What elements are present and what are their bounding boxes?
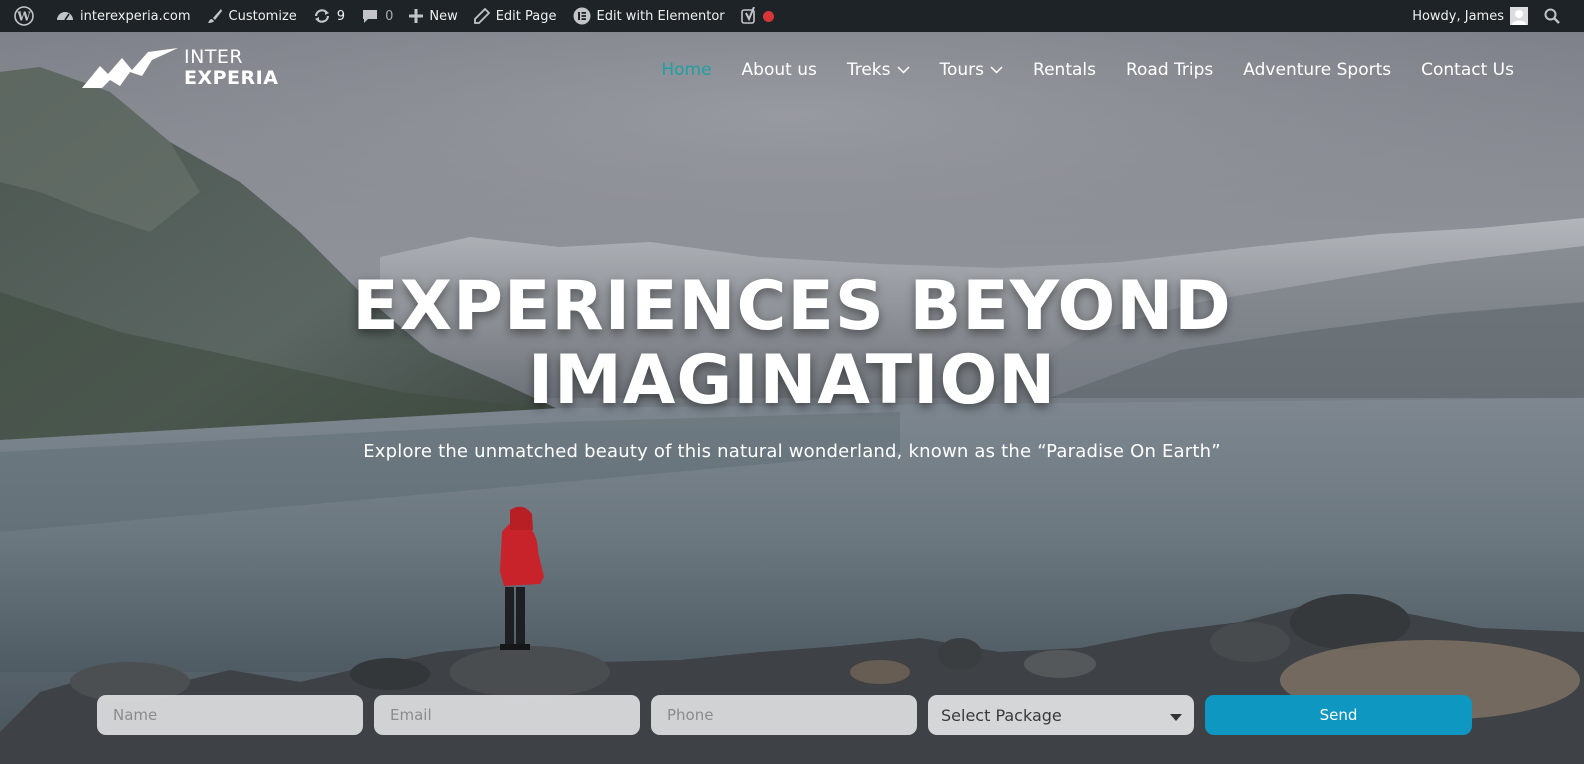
hero-title: EXPERIENCES BEYOND IMAGINATION [0, 270, 1584, 418]
search-icon [1544, 8, 1560, 24]
greeting-label: Howdy, James [1412, 8, 1504, 24]
new-content-link[interactable]: New [401, 0, 465, 32]
nav-adventure-sports[interactable]: Adventure Sports [1243, 60, 1391, 80]
brush-icon [207, 8, 223, 24]
new-label: New [429, 8, 458, 24]
main-navigation: Home About us Treks Tours Rentals Road T… [661, 60, 1514, 80]
edit-page-link[interactable]: Edit Page [466, 0, 565, 32]
comment-icon [361, 8, 379, 24]
wordpress-menu[interactable]: W [6, 0, 48, 32]
name-input[interactable] [97, 695, 363, 735]
hero-section: INTER EXPERIA Home About us Treks Tours … [0, 32, 1584, 764]
plus-icon [409, 9, 424, 23]
nav-tours[interactable]: Tours [940, 60, 1004, 80]
edit-elementor-label: Edit with Elementor [596, 8, 725, 24]
chevron-down-icon [990, 66, 1003, 74]
pencil-icon [473, 8, 490, 24]
site-name-label: interexperia.com [80, 8, 191, 24]
account-menu[interactable]: Howdy, James [1404, 0, 1536, 32]
customize-link[interactable]: Customize [199, 0, 305, 32]
dropdown-arrow-icon [1170, 706, 1182, 725]
admin-search-button[interactable] [1536, 0, 1574, 32]
site-logo[interactable]: INTER EXPERIA [82, 46, 278, 90]
edit-elementor-link[interactable]: Edit with Elementor [565, 0, 733, 32]
elementor-icon [573, 7, 591, 25]
logo-line2: EXPERIA [184, 67, 279, 89]
nav-treks-label: Treks [846, 60, 891, 80]
status-dot-icon [762, 10, 774, 22]
comments-link[interactable]: 0 [353, 0, 401, 32]
hero-title-line1: EXPERIENCES BEYOND [352, 267, 1232, 346]
admin-bar: W interexperia.com Customize 9 0 New Edi… [0, 0, 1584, 32]
hero-title-line2: IMAGINATION [527, 341, 1057, 420]
updates-count: 9 [336, 8, 346, 24]
nav-home-label: Home [661, 60, 712, 80]
hero-subtitle: Explore the unmatched beauty of this nat… [363, 441, 1221, 462]
booking-form: Select Package Send [97, 695, 1472, 735]
refresh-icon [313, 8, 331, 24]
email-input[interactable] [374, 695, 640, 735]
dashboard-icon [56, 8, 74, 24]
comments-count: 0 [385, 8, 394, 24]
nav-road-trips[interactable]: Road Trips [1126, 60, 1213, 80]
wordpress-icon: W [14, 6, 34, 26]
nav-about-us[interactable]: About us [742, 60, 817, 80]
nav-about-label: About us [741, 60, 817, 80]
nav-treks[interactable]: Treks [847, 60, 910, 80]
logo-mark-icon [82, 48, 178, 88]
nav-contact-us[interactable]: Contact Us [1421, 60, 1514, 80]
chevron-down-icon [896, 66, 910, 74]
logo-line1: INTER [184, 46, 244, 68]
nav-rentals-label: Rentals [1033, 60, 1096, 80]
package-select-value: Select Package [941, 705, 1062, 725]
nav-tours-label: Tours [939, 60, 985, 80]
yoast-icon [740, 7, 757, 25]
edit-page-label: Edit Page [495, 8, 557, 24]
nav-road-trips-label: Road Trips [1125, 60, 1214, 80]
avatar [1510, 7, 1528, 25]
nav-rentals[interactable]: Rentals [1033, 60, 1096, 80]
seo-menu[interactable] [733, 0, 782, 32]
nav-home[interactable]: Home [661, 60, 711, 80]
nav-contact-label: Contact Us [1421, 60, 1514, 80]
site-name-link[interactable]: interexperia.com [48, 0, 199, 32]
package-select[interactable]: Select Package [928, 695, 1194, 735]
customize-label: Customize [228, 8, 297, 24]
svg-text:W: W [16, 10, 31, 24]
updates-link[interactable]: 9 [305, 0, 353, 32]
nav-adventure-label: Adventure Sports [1243, 60, 1392, 80]
phone-input[interactable] [651, 695, 917, 735]
send-button[interactable]: Send [1205, 695, 1472, 735]
